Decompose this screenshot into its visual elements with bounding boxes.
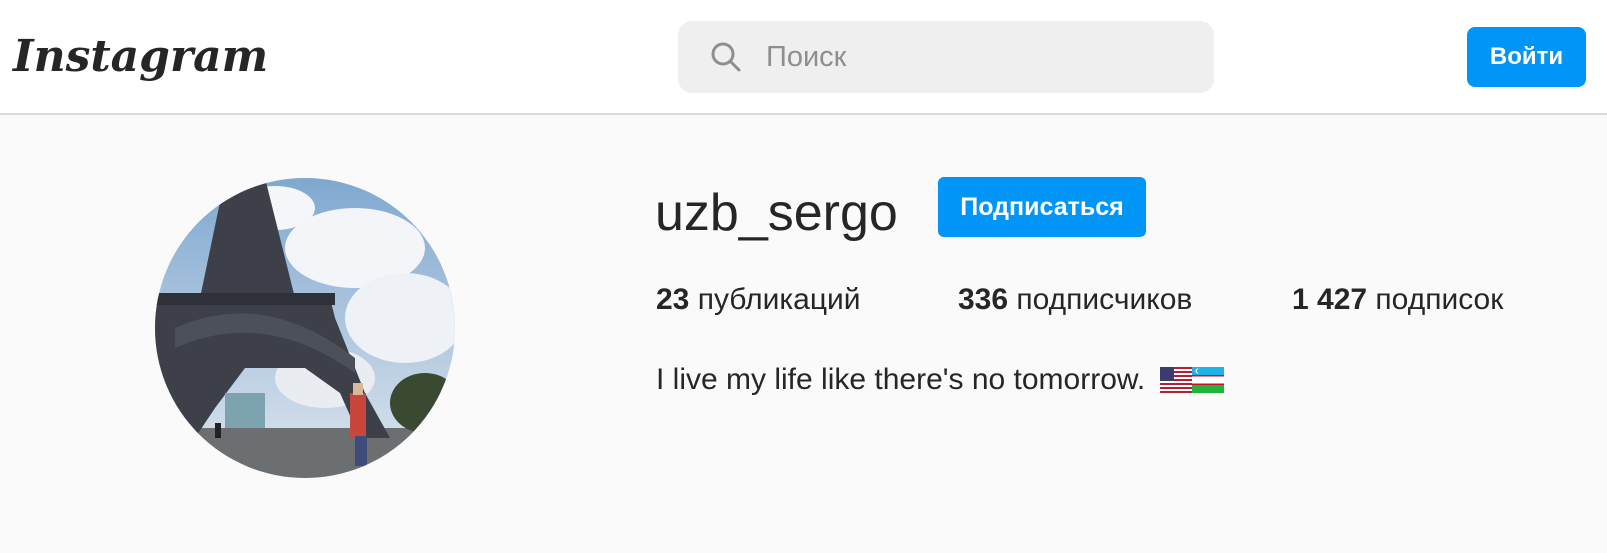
login-button[interactable]: Войти [1467, 27, 1586, 87]
instagram-logo[interactable]: Instagram [13, 22, 268, 92]
bio-text: I live my life like there's no tomorrow. [656, 363, 1146, 396]
posts-label: публикаций [697, 283, 861, 316]
us-flag-icon [1159, 367, 1192, 393]
posts-count: 23 [656, 283, 690, 316]
follow-button[interactable]: Подписаться [938, 177, 1146, 237]
following-count: 1 427 [1292, 283, 1368, 316]
stat-followers[interactable]: 336 подписчиков [958, 280, 1192, 320]
following-label: подписок [1375, 283, 1504, 316]
profile-username: uzb_sergo [655, 184, 898, 242]
profile-avatar[interactable] [155, 178, 455, 478]
search-input[interactable] [766, 21, 1186, 93]
uz-flag-icon [1191, 367, 1224, 393]
search-box[interactable] [678, 21, 1214, 93]
followers-label: подписчиков [1016, 283, 1193, 316]
top-navigation-bar: Instagram Войти [0, 0, 1607, 115]
avatar-photo [155, 178, 455, 478]
stat-posts: 23 публикаций [656, 280, 861, 320]
stat-following[interactable]: 1 427 подписок [1292, 280, 1503, 320]
followers-count: 336 [958, 283, 1009, 316]
profile-bio: I live my life like there's no tomorrow. [656, 360, 1224, 400]
search-icon [711, 42, 741, 72]
